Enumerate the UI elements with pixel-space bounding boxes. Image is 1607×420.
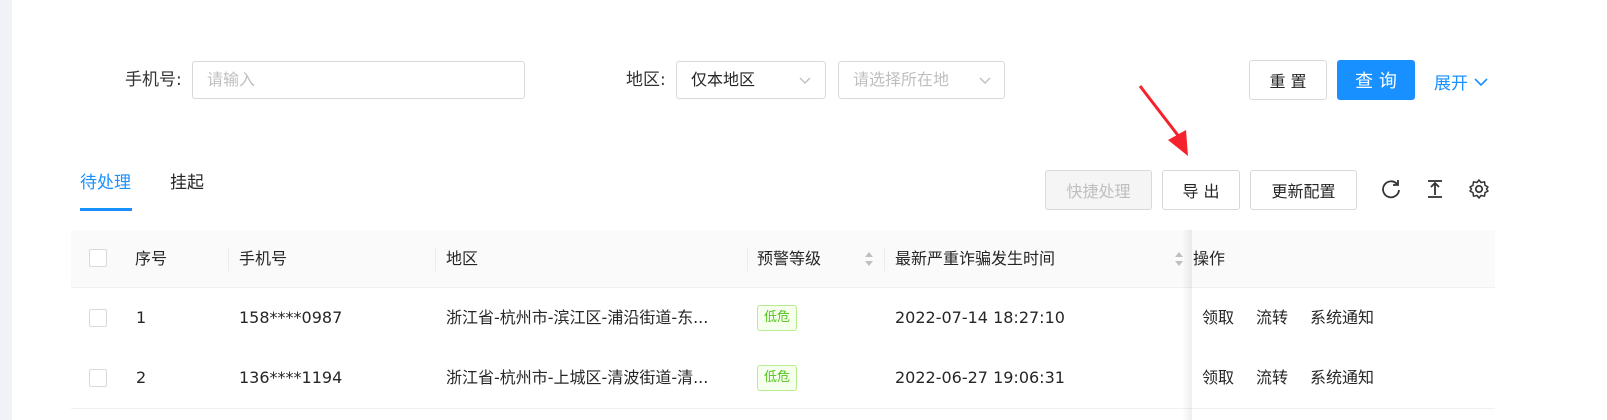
sort-icon[interactable] bbox=[864, 251, 874, 267]
table-row: 2 136****1194 浙江省-杭州市-上城区-清波街道-清... 低危 2… bbox=[71, 348, 1495, 409]
row-latest-time: 2022-07-14 18:27:10 bbox=[895, 308, 1065, 327]
column-divider bbox=[884, 247, 885, 271]
transfer-link[interactable]: 流转 bbox=[1256, 307, 1288, 329]
column-height-icon[interactable] bbox=[1424, 178, 1446, 200]
region-scope-select[interactable]: 仅本地区 bbox=[676, 61, 826, 99]
row-checkbox[interactable] bbox=[89, 369, 107, 387]
column-divider bbox=[435, 247, 436, 271]
phone-filter-label: 手机号: bbox=[125, 70, 182, 90]
region-scope-value: 仅本地区 bbox=[691, 70, 756, 89]
refresh-icon[interactable] bbox=[1380, 178, 1402, 200]
table-row: 1 158****0987 浙江省-杭州市-滨江区-浦沿街道-东... 低危 2… bbox=[71, 288, 1495, 349]
tab-pending[interactable]: 待处理 bbox=[80, 172, 131, 194]
fixed-column-shadow bbox=[1182, 230, 1192, 420]
region-location-placeholder: 请选择所在地 bbox=[853, 70, 950, 89]
column-divider bbox=[747, 247, 748, 271]
column-divider bbox=[228, 247, 229, 271]
row-index: 1 bbox=[136, 308, 147, 327]
row-checkbox[interactable] bbox=[89, 309, 107, 327]
table-header: 序号 手机号 地区 预警等级 最新严重诈骗发生时间 操作 bbox=[71, 230, 1495, 288]
tab-suspended[interactable]: 挂起 bbox=[170, 172, 204, 194]
row-region: 浙江省-杭州市-滨江区-浦沿街道-东... bbox=[446, 308, 709, 327]
column-header-level[interactable]: 预警等级 bbox=[757, 248, 821, 270]
main-card: 手机号: 请输入 地区: 仅本地区 请选择所在地 重 置 查 询 展开 待处理 … bbox=[12, 0, 1607, 420]
column-header-index: 序号 bbox=[135, 249, 168, 268]
chevron-down-icon bbox=[799, 77, 811, 84]
system-notify-link[interactable]: 系统通知 bbox=[1310, 307, 1374, 329]
row-region: 浙江省-杭州市-上城区-清波街道-清... bbox=[446, 368, 709, 387]
chevron-down-icon bbox=[979, 77, 991, 84]
transfer-link[interactable]: 流转 bbox=[1256, 367, 1288, 389]
phone-input-placeholder: 请输入 bbox=[207, 70, 256, 89]
column-header-region: 地区 bbox=[446, 249, 479, 268]
region-location-select[interactable]: 请选择所在地 bbox=[838, 61, 1005, 99]
phone-input[interactable]: 请输入 bbox=[192, 61, 525, 99]
update-config-button[interactable]: 更新配置 bbox=[1250, 170, 1357, 210]
quick-process-button[interactable]: 快捷处理 bbox=[1045, 170, 1152, 210]
claim-link[interactable]: 领取 bbox=[1202, 307, 1234, 329]
select-all-checkbox[interactable] bbox=[89, 249, 107, 267]
expand-link[interactable]: 展开 bbox=[1434, 69, 1489, 94]
warning-level-badge: 低危 bbox=[757, 365, 798, 391]
chevron-down-icon bbox=[1474, 77, 1488, 86]
column-header-phone: 手机号 bbox=[239, 249, 288, 268]
system-notify-link[interactable]: 系统通知 bbox=[1310, 367, 1374, 389]
annotation-arrow-icon bbox=[1138, 85, 1188, 156]
row-latest-time: 2022-06-27 19:06:31 bbox=[895, 368, 1065, 387]
reset-button[interactable]: 重 置 bbox=[1249, 60, 1327, 100]
region-filter-label: 地区: bbox=[626, 70, 666, 90]
row-index: 2 bbox=[136, 368, 147, 387]
row-phone: 136****1194 bbox=[239, 368, 343, 387]
row-phone: 158****0987 bbox=[239, 308, 343, 327]
query-button[interactable]: 查 询 bbox=[1337, 60, 1415, 100]
warning-level-badge: 低危 bbox=[757, 305, 798, 331]
column-header-latest-time[interactable]: 最新严重诈骗发生时间 bbox=[895, 248, 1055, 270]
column-header-actions: 操作 bbox=[1193, 249, 1226, 268]
tab-active-indicator bbox=[80, 208, 132, 211]
export-button[interactable]: 导 出 bbox=[1162, 170, 1240, 210]
claim-link[interactable]: 领取 bbox=[1202, 367, 1234, 389]
expand-label: 展开 bbox=[1434, 74, 1468, 94]
settings-icon[interactable] bbox=[1468, 178, 1490, 200]
